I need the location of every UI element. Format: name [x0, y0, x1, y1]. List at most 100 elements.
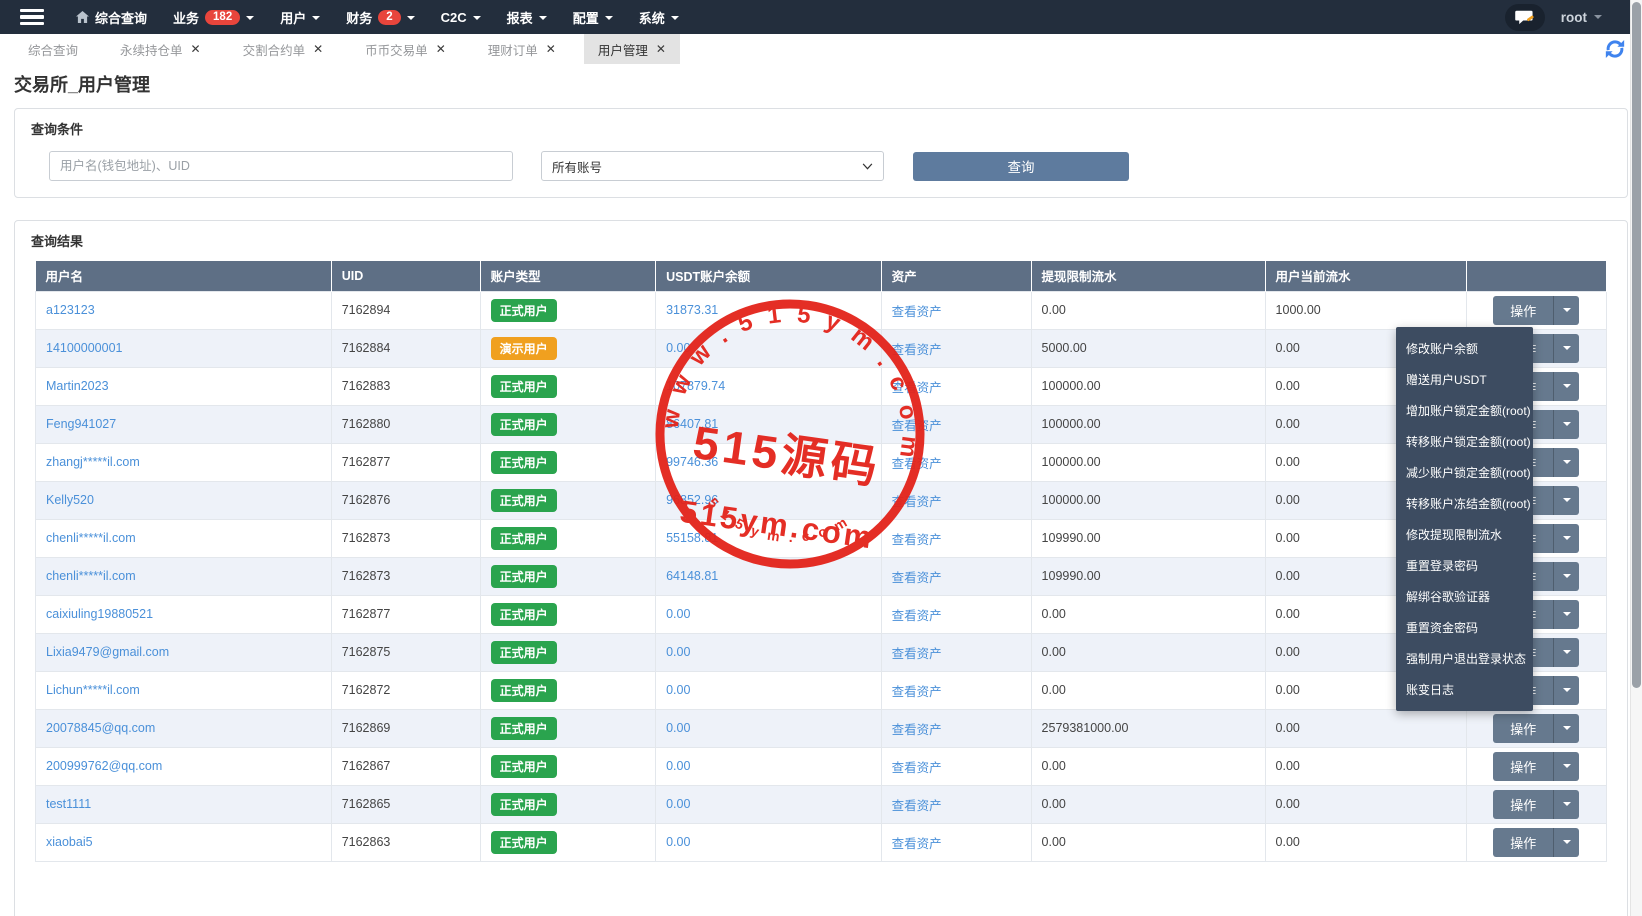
action-caret-button[interactable] — [1553, 638, 1579, 667]
balance-link[interactable]: 31873.31 — [666, 303, 718, 317]
account-filter-select[interactable]: 所有账号 — [541, 151, 884, 181]
balance-link[interactable]: 64148.81 — [666, 569, 718, 583]
action-menu-item[interactable]: 修改提现限制流水 — [1396, 519, 1533, 550]
chat-button[interactable] — [1505, 4, 1545, 31]
action-menu-item[interactable]: 增加账户锁定金额(root) — [1396, 395, 1533, 426]
username-link[interactable]: chenli*****il.com — [46, 531, 136, 545]
action-caret-button[interactable] — [1553, 828, 1579, 857]
username-link[interactable]: 14100000001 — [46, 341, 122, 355]
action-caret-button[interactable] — [1553, 600, 1579, 629]
action-button[interactable]: 操作 — [1493, 828, 1553, 857]
action-menu-item[interactable]: 强制用户退出登录状态 — [1396, 643, 1533, 674]
view-assets-link[interactable]: 查看资产 — [892, 685, 942, 699]
nav-menu-item[interactable]: C2C — [441, 10, 481, 25]
username-link[interactable]: caixiuling19880521 — [46, 607, 153, 621]
username-link[interactable]: Feng941027 — [46, 417, 116, 431]
action-menu-item[interactable]: 修改账户余额 — [1396, 333, 1533, 364]
action-caret-button[interactable] — [1553, 714, 1579, 743]
balance-link[interactable]: 99746.36 — [666, 455, 718, 469]
action-caret-button[interactable] — [1553, 410, 1579, 439]
balance-link[interactable]: 107879.74 — [666, 379, 725, 393]
action-button[interactable]: 操作 — [1493, 790, 1553, 819]
close-icon[interactable]: ✕ — [191, 43, 201, 55]
nav-menu-item[interactable]: 财务 2 — [346, 8, 414, 27]
action-caret-button[interactable] — [1553, 334, 1579, 363]
nav-menu-item[interactable]: 报表 — [507, 8, 547, 27]
view-assets-link[interactable]: 查看资产 — [892, 381, 942, 395]
action-menu-item[interactable]: 转移账户冻结金额(root) — [1396, 488, 1533, 519]
nav-menu-item[interactable]: 用户 — [280, 8, 320, 27]
page-tab[interactable]: 理财订单 ✕ — [474, 34, 570, 64]
balance-link[interactable]: 0.00 — [666, 835, 690, 849]
view-assets-link[interactable]: 查看资产 — [892, 305, 942, 319]
username-link[interactable]: Martin2023 — [46, 379, 109, 393]
username-link[interactable]: Lixia9479@gmail.com — [46, 645, 169, 659]
action-button[interactable]: 操作 — [1493, 714, 1553, 743]
username-link[interactable]: a123123 — [46, 303, 95, 317]
username-link[interactable]: xiaobai5 — [46, 835, 93, 849]
username-link[interactable]: chenli*****il.com — [46, 569, 136, 583]
balance-link[interactable]: 0.00 — [666, 683, 690, 697]
view-assets-link[interactable]: 查看资产 — [892, 837, 942, 851]
page-tab[interactable]: 币币交易单 ✕ — [351, 34, 460, 64]
scrollbar-thumb[interactable] — [1632, 2, 1641, 688]
balance-link[interactable]: 0.00 — [666, 759, 690, 773]
action-menu-item[interactable]: 重置登录密码 — [1396, 550, 1533, 581]
search-button[interactable]: 查询 — [913, 152, 1129, 181]
vertical-scrollbar[interactable] — [1630, 0, 1642, 916]
view-assets-link[interactable]: 查看资产 — [892, 571, 942, 585]
action-caret-button[interactable] — [1553, 296, 1579, 325]
view-assets-link[interactable]: 查看资产 — [892, 495, 942, 509]
action-menu-item[interactable]: 重置资金密码 — [1396, 612, 1533, 643]
view-assets-link[interactable]: 查看资产 — [892, 761, 942, 775]
balance-link[interactable]: 86407.81 — [666, 417, 718, 431]
balance-link[interactable]: 0.00 — [666, 645, 690, 659]
close-icon[interactable]: ✕ — [546, 43, 556, 55]
action-caret-button[interactable] — [1553, 524, 1579, 553]
balance-link[interactable]: 96852.96 — [666, 493, 718, 507]
balance-link[interactable]: 0.00 — [666, 797, 690, 811]
balance-link[interactable]: 0.00 — [666, 341, 690, 355]
action-caret-button[interactable] — [1553, 486, 1579, 515]
action-caret-button[interactable] — [1553, 448, 1579, 477]
search-input[interactable] — [49, 151, 513, 181]
close-icon[interactable]: ✕ — [656, 43, 666, 55]
close-icon[interactable]: ✕ — [313, 43, 323, 55]
action-caret-button[interactable] — [1553, 676, 1579, 705]
action-menu-item[interactable]: 赠送用户USDT — [1396, 364, 1533, 395]
action-menu-item[interactable]: 减少账户锁定金额(root) — [1396, 457, 1533, 488]
nav-menu-item[interactable]: 配置 — [573, 8, 613, 27]
action-button[interactable]: 操作 — [1493, 296, 1553, 325]
hamburger-menu-icon[interactable] — [0, 0, 64, 34]
view-assets-link[interactable]: 查看资产 — [892, 609, 942, 623]
nav-menu-item[interactable]: 系统 — [639, 8, 679, 27]
username-link[interactable]: zhangj*****il.com — [46, 455, 140, 469]
action-button[interactable]: 操作 — [1493, 752, 1553, 781]
balance-link[interactable]: 0.00 — [666, 721, 690, 735]
view-assets-link[interactable]: 查看资产 — [892, 647, 942, 661]
view-assets-link[interactable]: 查看资产 — [892, 723, 942, 737]
page-tab[interactable]: 交割合约单 ✕ — [229, 34, 338, 64]
page-tab[interactable]: 永续持仓单 ✕ — [106, 34, 215, 64]
view-assets-link[interactable]: 查看资产 — [892, 533, 942, 547]
view-assets-link[interactable]: 查看资产 — [892, 419, 942, 433]
action-menu-item[interactable]: 转移账户锁定金额(root) — [1396, 426, 1533, 457]
username-link[interactable]: Kelly520 — [46, 493, 94, 507]
page-tab[interactable]: 用户管理 ✕ — [584, 34, 680, 64]
refresh-button[interactable] — [1604, 38, 1626, 60]
action-caret-button[interactable] — [1553, 752, 1579, 781]
nav-menu-item[interactable]: 综合查询 — [76, 8, 147, 27]
action-caret-button[interactable] — [1553, 562, 1579, 591]
view-assets-link[interactable]: 查看资产 — [892, 457, 942, 471]
username-link[interactable]: 20078845@qq.com — [46, 721, 155, 735]
nav-menu-item[interactable]: 业务 182 — [173, 8, 254, 27]
username-link[interactable]: test1111 — [46, 797, 91, 811]
action-menu-item[interactable]: 账变日志 — [1396, 674, 1533, 705]
close-icon[interactable]: ✕ — [436, 43, 446, 55]
action-caret-button[interactable] — [1553, 790, 1579, 819]
user-menu[interactable]: root — [1561, 10, 1602, 25]
username-link[interactable]: 200999762@qq.com — [46, 759, 162, 773]
page-tab[interactable]: 综合查询 ✕ — [14, 34, 92, 64]
view-assets-link[interactable]: 查看资产 — [892, 343, 942, 357]
action-menu-item[interactable]: 解绑谷歌验证器 — [1396, 581, 1533, 612]
